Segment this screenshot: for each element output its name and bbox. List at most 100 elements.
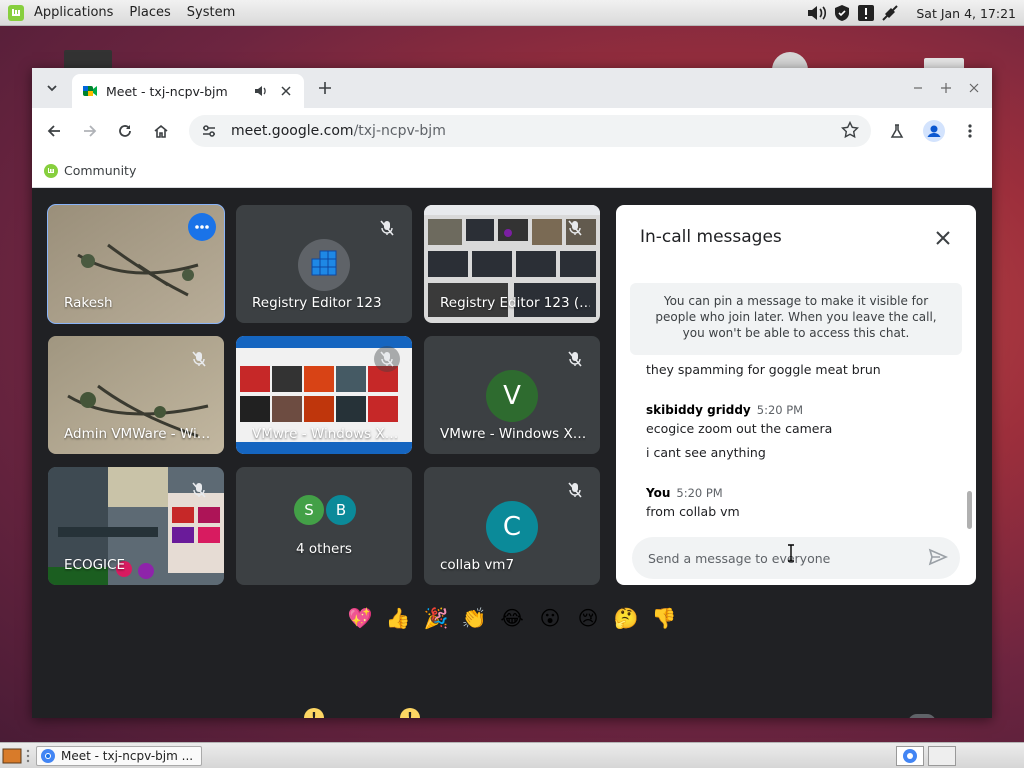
tab-search-button[interactable]	[40, 76, 64, 100]
minimize-icon	[914, 87, 922, 89]
reaction-thumbs-up[interactable]: 👍	[380, 600, 416, 636]
message-list[interactable]: they spamming for goggle meat brun skibi…	[616, 357, 976, 527]
mic-off-icon	[568, 351, 582, 367]
back-button[interactable]	[41, 118, 67, 144]
browser-window: Meet - txj-ncpv-bjm meet.google.com /txj…	[32, 68, 992, 718]
taskbar-window-title: Meet - txj-ncpv-bjm ...	[61, 749, 194, 763]
participant-tile-vmwre[interactable]: V VMwre - Windows X…	[424, 336, 600, 454]
reaction-surprised[interactable]: 😮	[532, 600, 568, 636]
new-tab-button[interactable]	[314, 77, 336, 99]
mic-off-icon	[192, 482, 206, 498]
account-icon	[923, 120, 945, 142]
panel-title: In-call messages	[640, 227, 782, 247]
desktop-disc-icon[interactable]	[770, 50, 810, 70]
message-text: from collab vm	[646, 504, 740, 519]
tab-meet[interactable]: Meet - txj-ncpv-bjm	[72, 74, 304, 108]
minimize-button[interactable]	[908, 78, 928, 98]
mic-off-icon	[380, 220, 394, 236]
mic-off-indicator	[186, 346, 212, 372]
mic-off-indicator	[374, 215, 400, 241]
update-alert-icon[interactable]	[856, 3, 876, 23]
reload-button[interactable]	[112, 118, 138, 144]
maximize-button[interactable]	[936, 78, 956, 98]
close-icon	[936, 231, 950, 245]
participant-tile-ecogice[interactable]: ECOGICE	[48, 467, 224, 585]
bookmark-community[interactable]: Community	[64, 163, 136, 178]
message-time: 5:20 PM	[756, 403, 804, 417]
participant-tile-registry-editor-screen[interactable]: Registry Editor 123 (…	[424, 205, 600, 323]
more-horiz-icon	[195, 225, 209, 229]
reaction-joy[interactable]: 😂	[494, 600, 530, 636]
window-close-button[interactable]	[964, 78, 984, 98]
participant-tile-others[interactable]: S B 4 others	[236, 467, 412, 585]
labs-button[interactable]	[884, 118, 910, 144]
reaction-crying[interactable]: 😢	[570, 600, 606, 636]
chromium-icon	[903, 749, 917, 763]
system-tray: Sat Jan 4, 17:21	[806, 0, 1016, 26]
google-meet-icon	[83, 86, 97, 96]
menu-system[interactable]: System	[187, 5, 235, 20]
home-button[interactable]	[148, 118, 174, 144]
message-text: ecogice zoom out the camera	[646, 421, 833, 436]
show-desktop-icon[interactable]	[2, 747, 22, 765]
bookmarks-bar: Community	[32, 154, 992, 188]
participant-name: Admin VMWare - Wi…	[64, 426, 211, 442]
desktop-file-icon[interactable]	[64, 50, 112, 70]
bottom-taskbar: Meet - txj-ncpv-bjm ...	[0, 742, 1024, 768]
taskbar-window-meet[interactable]: Meet - txj-ncpv-bjm ...	[36, 746, 202, 766]
site-info-button[interactable]	[197, 119, 221, 143]
send-icon[interactable]	[928, 547, 948, 567]
chromium-icon	[41, 749, 55, 763]
camera-warning-badge: !	[400, 708, 420, 718]
bookmark-star-icon[interactable]	[841, 121, 859, 139]
chat-scrollbar[interactable]	[967, 491, 972, 529]
reaction-thinking[interactable]: 🤔	[608, 600, 644, 636]
address-bar[interactable]: meet.google.com/txj-ncpv-bjm	[189, 115, 871, 147]
in-call-messages-panel: In-call messages You can pin a message t…	[616, 205, 976, 585]
participant-tile-rakesh[interactable]: Rakesh	[47, 204, 225, 324]
workspace-switcher[interactable]	[896, 746, 924, 766]
participant-tile-admin-vmware[interactable]: Admin VMWare - Wi…	[48, 336, 224, 454]
menu-places[interactable]: Places	[129, 5, 170, 20]
participant-avatar: B	[324, 493, 358, 527]
message-sender: You	[646, 486, 671, 500]
more-vert-icon	[968, 124, 972, 138]
mint-logo-icon[interactable]	[8, 4, 24, 21]
participant-tile-registry-editor[interactable]: Registry Editor 123	[236, 205, 412, 323]
participant-name: VMwre - Windows X…	[440, 426, 587, 442]
tab-close-button[interactable]	[276, 81, 296, 101]
close-panel-button[interactable]	[930, 225, 956, 251]
menu-applications[interactable]: Applications	[34, 5, 113, 20]
message-input[interactable]	[648, 550, 908, 566]
message-text: they spamming for goggle meat brun	[646, 362, 881, 377]
participant-tile-vmwre-screen[interactable]: VMwre - Windows X…	[236, 336, 412, 454]
reaction-thumbs-down[interactable]: 👎	[646, 600, 682, 636]
volume-icon[interactable]	[806, 4, 828, 22]
reaction-sparkling-heart[interactable]: 💖	[342, 600, 378, 636]
clock[interactable]: Sat Jan 4, 17:21	[916, 6, 1016, 21]
forward-button[interactable]	[77, 118, 103, 144]
mic-warning-badge: !	[304, 708, 324, 718]
reaction-clapping[interactable]: 👏	[456, 600, 492, 636]
more-options-button[interactable]	[188, 213, 216, 241]
arrow-right-icon	[84, 125, 97, 137]
shield-icon[interactable]	[832, 3, 852, 23]
message-header: You 5:20 PM	[646, 482, 723, 501]
message-header: skibiddy griddy 5:20 PM	[646, 399, 803, 418]
participant-name: Rakesh	[64, 295, 113, 311]
menu-button[interactable]	[957, 118, 983, 144]
network-icon[interactable]	[880, 3, 900, 23]
mic-off-indicator	[562, 346, 588, 372]
mic-off-indicator	[374, 346, 400, 372]
participant-name: ECOGICE	[64, 557, 125, 573]
participant-name: VMwre - Windows X…	[252, 426, 399, 442]
participant-avatar: V	[486, 370, 538, 422]
url-path: /txj-ncpv-bjm	[353, 123, 446, 139]
participant-tile-collab-vm7[interactable]: C collab vm7	[424, 467, 600, 585]
audio-playing-icon[interactable]	[254, 84, 268, 98]
tune-icon	[203, 125, 215, 137]
reaction-party-popper[interactable]: 🎉	[418, 600, 454, 636]
profile-button[interactable]	[921, 118, 947, 144]
workspace-2[interactable]	[928, 746, 956, 766]
participant-name: Registry Editor 123	[252, 295, 382, 311]
